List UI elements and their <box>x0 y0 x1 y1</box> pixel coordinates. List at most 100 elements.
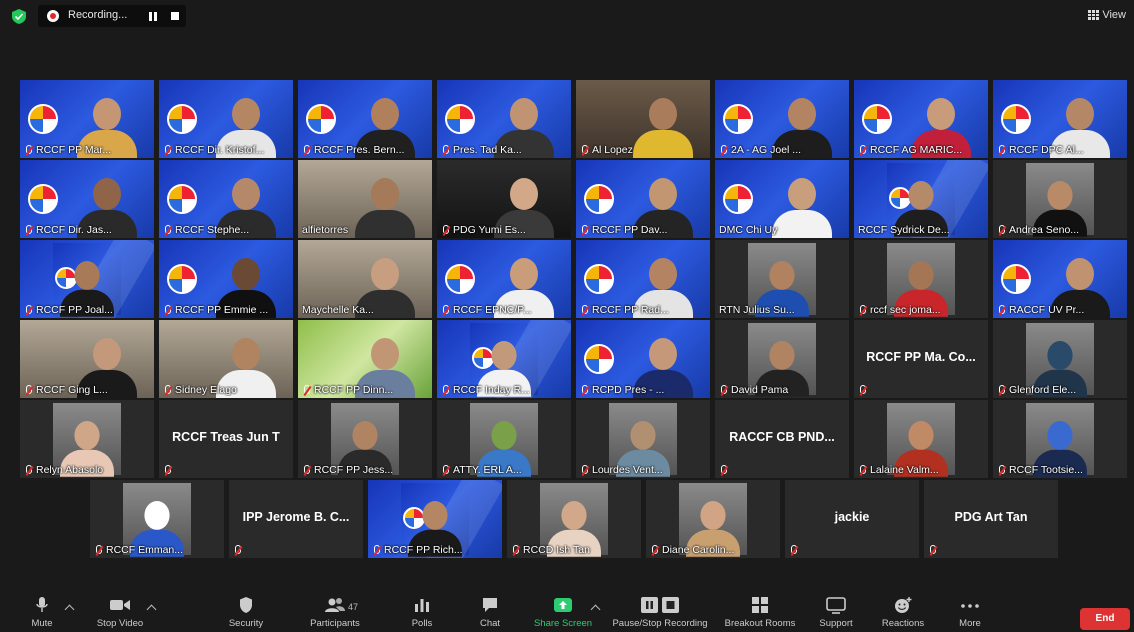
security-button[interactable]: Security <box>224 596 268 629</box>
participant-tile[interactable]: RCCF Emman... <box>90 480 224 558</box>
participant-name-tag: RCCF Dir. Kristof... <box>163 144 289 156</box>
mute-button[interactable]: Mute <box>22 596 62 629</box>
participant-head <box>700 501 726 530</box>
participant-tile[interactable]: ATTY. ERL A... <box>437 400 571 478</box>
participant-tile[interactable]: RCCF Pres. Bern... <box>298 80 432 158</box>
participant-tile[interactable]: RCCF PP Ma. Co... <box>854 320 988 398</box>
view-button[interactable]: View <box>1088 9 1126 21</box>
participant-tile[interactable]: Lalaine Valm... <box>854 400 988 478</box>
support-button[interactable]: Support <box>816 596 856 629</box>
participant-head <box>232 338 260 370</box>
participant-name: RCCF PP Mar... <box>36 144 112 156</box>
share-screen-button[interactable]: Share Screen <box>532 596 594 629</box>
participant-tile[interactable]: RCCF DPC Al... <box>993 80 1127 158</box>
participant-tile[interactable]: RCCF Dir. Jas... <box>20 160 154 238</box>
participant-tile[interactable]: RCCF Ging L... <box>20 320 154 398</box>
participant-tile[interactable]: rccf sec joma... <box>854 240 988 318</box>
stop-recording-icon[interactable] <box>171 12 179 20</box>
participant-head <box>510 98 538 130</box>
participant-tile[interactable]: Al Lopez <box>576 80 710 158</box>
polls-button[interactable]: Polls <box>408 596 436 629</box>
participant-tile[interactable]: RCCF PP Rad... <box>576 240 710 318</box>
breakout-rooms-button[interactable]: Breakout Rooms <box>722 596 798 629</box>
share-screen-icon <box>554 598 572 612</box>
participant-tile[interactable]: RCCF PP Rich... <box>368 480 502 558</box>
participant-tile[interactable]: RACCF UV Pr... <box>993 240 1127 318</box>
participant-tile[interactable]: Andrea Seno... <box>993 160 1127 238</box>
video-options-chevron-icon[interactable] <box>146 604 157 615</box>
breakout-rooms-label: Breakout Rooms <box>724 618 796 629</box>
pause-stop-recording-button[interactable]: Pause/Stop Recording <box>610 596 710 629</box>
participant-tile[interactable]: 2A - AG Joel ... <box>715 80 849 158</box>
more-dots-icon <box>961 604 979 608</box>
participant-tile[interactable]: RCCF PP Dav... <box>576 160 710 238</box>
video-camera-icon <box>110 600 130 610</box>
muted-mic-icon <box>580 224 589 236</box>
pause-recording-icon[interactable] <box>148 12 158 21</box>
participant-name: RTN Julius Su... <box>719 304 795 316</box>
stop-video-button[interactable]: Stop Video <box>92 596 148 629</box>
participant-tile[interactable]: RCCF Tootsie... <box>993 400 1127 478</box>
participant-tile[interactable]: RCCF Treas Jun T <box>159 400 293 478</box>
participant-tile[interactable]: alfietorres <box>298 160 432 238</box>
rotary-logo-icon <box>723 184 753 214</box>
muted-mic-icon <box>858 464 867 476</box>
participant-tile[interactable]: RACCF CB PND... <box>715 400 849 478</box>
more-label: More <box>959 618 981 629</box>
participant-tile[interactable]: RCCF AG MARIC... <box>854 80 988 158</box>
participant-tile[interactable]: RCCD Ish Tan <box>507 480 641 558</box>
muted-mic-icon <box>163 144 172 156</box>
participant-tile[interactable]: Sidney Elago <box>159 320 293 398</box>
participant-tile[interactable]: RCCF EPNC/P... <box>437 240 571 318</box>
participant-name-tag: RCCF Emman... <box>94 544 220 556</box>
participant-tile[interactable]: PDG Art Tan <box>924 480 1058 558</box>
participant-name: Pres. Tad Ka... <box>453 144 522 156</box>
participant-tile[interactable]: RCCF PP Dinn... <box>298 320 432 398</box>
participant-tile[interactable]: Maychelle Ka... <box>298 240 432 318</box>
chat-label: Chat <box>479 618 501 629</box>
participant-tile[interactable]: Lourdes Vent... <box>576 400 710 478</box>
participant-head <box>371 98 399 130</box>
reactions-button[interactable]: Reactions <box>878 596 928 629</box>
more-button[interactable]: More <box>952 596 988 629</box>
participant-tile[interactable]: RCCF PP Jess... <box>298 400 432 478</box>
participant-tile[interactable]: RCCF PP Emmie ... <box>159 240 293 318</box>
view-label: View <box>1102 9 1126 21</box>
participant-display-name: IPP Jerome B. C... <box>242 510 350 524</box>
participant-tile[interactable]: RCCF PP Joal... <box>20 240 154 318</box>
participant-name-tag <box>719 465 845 476</box>
participant-tile[interactable]: RTN Julius Su... <box>715 240 849 318</box>
participant-tile[interactable]: jackie <box>785 480 919 558</box>
participants-button[interactable]: Participants <box>306 596 364 629</box>
participant-tile[interactable]: RCCF Stephe... <box>159 160 293 238</box>
participant-tile[interactable]: DMC Chi Uy <box>715 160 849 238</box>
end-meeting-button[interactable]: End <box>1080 608 1130 630</box>
participant-tile[interactable]: RCCF Dir. Kristof... <box>159 80 293 158</box>
participant-tile[interactable]: David Pama <box>715 320 849 398</box>
participant-tile[interactable]: Diane Carolin... <box>646 480 780 558</box>
participant-tile[interactable]: Pres. Tad Ka... <box>437 80 571 158</box>
participant-name: RCCF PP Rad... <box>592 304 669 316</box>
rotary-logo-icon <box>167 184 197 214</box>
participant-tile[interactable]: RCCF Sydrick De... <box>854 160 988 238</box>
muted-mic-icon <box>163 384 172 396</box>
participant-tile[interactable]: RCCF Inday R... <box>437 320 571 398</box>
audio-options-chevron-icon[interactable] <box>64 604 75 615</box>
participant-tile[interactable]: RCPD Pres - ... <box>576 320 710 398</box>
rotary-logo-icon <box>584 344 614 374</box>
participant-name-tag: rccf sec joma... <box>858 304 984 316</box>
participant-name-tag <box>858 385 984 396</box>
participant-head <box>1047 421 1073 450</box>
rotary-logo-icon <box>1001 264 1031 294</box>
participant-head <box>144 501 170 530</box>
participant-name: Sidney Elago <box>175 384 237 396</box>
participant-tile[interactable]: PDG Yumi Es... <box>437 160 571 238</box>
participant-head <box>232 258 260 290</box>
participant-tile[interactable]: Glenford Ele... <box>993 320 1127 398</box>
participant-tile[interactable]: Relyn Abasolo <box>20 400 154 478</box>
chat-button[interactable]: Chat <box>476 596 504 629</box>
encryption-shield-icon[interactable] <box>12 9 26 24</box>
muted-mic-icon <box>163 465 172 476</box>
participant-tile[interactable]: IPP Jerome B. C... <box>229 480 363 558</box>
participant-tile[interactable]: RCCF PP Mar... <box>20 80 154 158</box>
